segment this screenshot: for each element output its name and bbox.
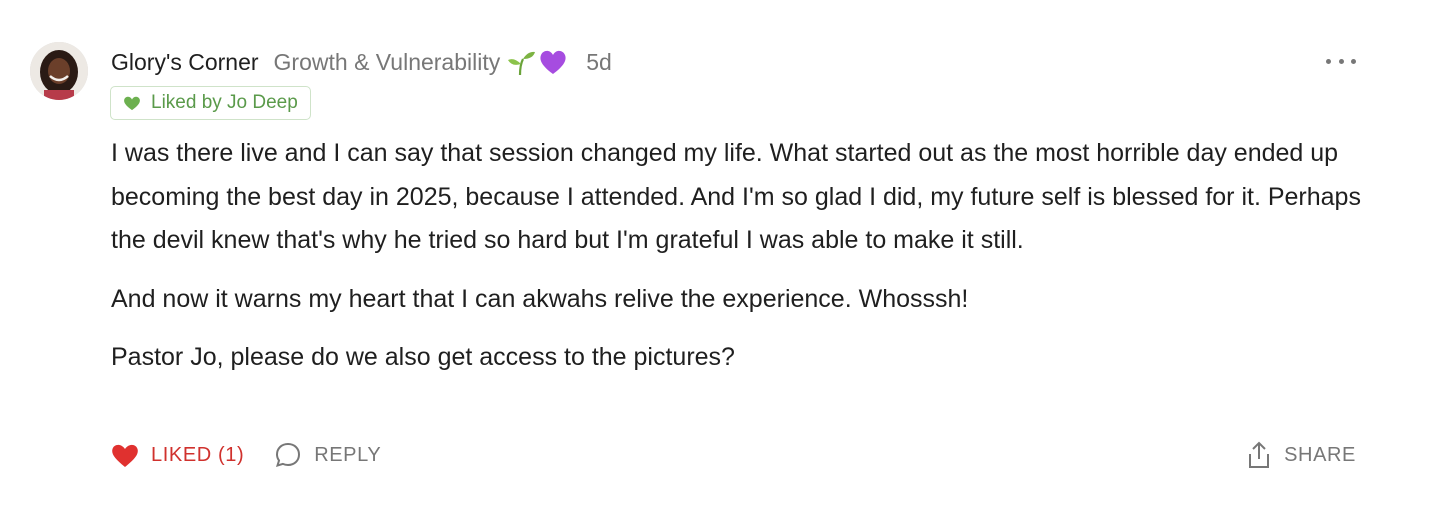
speech-bubble-icon	[276, 442, 301, 467]
seedling-icon	[506, 47, 536, 77]
reply-button[interactable]: REPLY	[274, 441, 381, 469]
comment-header: Glory's Corner Growth & Vulnerability 5d	[111, 46, 612, 78]
timestamp[interactable]: 5d	[586, 49, 612, 76]
comment-actions: LIKED (1) REPLY SHARE	[111, 436, 1356, 474]
comment-paragraph: I was there live and I can say that sess…	[111, 139, 1361, 254]
comment-card: Glory's Corner Growth & Vulnerability 5d…	[0, 0, 1456, 506]
purple-heart-icon	[538, 47, 568, 77]
author-badge: Growth & Vulnerability	[273, 48, 501, 75]
heart-filled-icon	[112, 444, 138, 467]
share-icon	[1249, 441, 1270, 468]
avatar[interactable]	[30, 42, 88, 100]
green-heart-icon	[124, 96, 140, 111]
like-label: LIKED (1)	[151, 443, 245, 466]
like-button[interactable]: LIKED (1)	[111, 442, 244, 468]
author-name[interactable]: Glory's Corner	[111, 49, 259, 76]
comment-paragraph: And now it warns my heart that I can akw…	[111, 284, 969, 313]
share-button[interactable]: SHARE	[1246, 440, 1356, 470]
reply-label: REPLY	[314, 443, 382, 466]
liked-by-text: Liked by Jo Deep	[151, 92, 298, 113]
liked-by-badge: Liked by Jo Deep	[110, 86, 311, 120]
comment-paragraph: Pastor Jo, please do we also get access …	[111, 343, 735, 371]
share-label: SHARE	[1284, 443, 1356, 466]
comment-body: I was there live and I can say that sess…	[111, 132, 1371, 395]
more-options-icon[interactable]	[1326, 50, 1356, 72]
